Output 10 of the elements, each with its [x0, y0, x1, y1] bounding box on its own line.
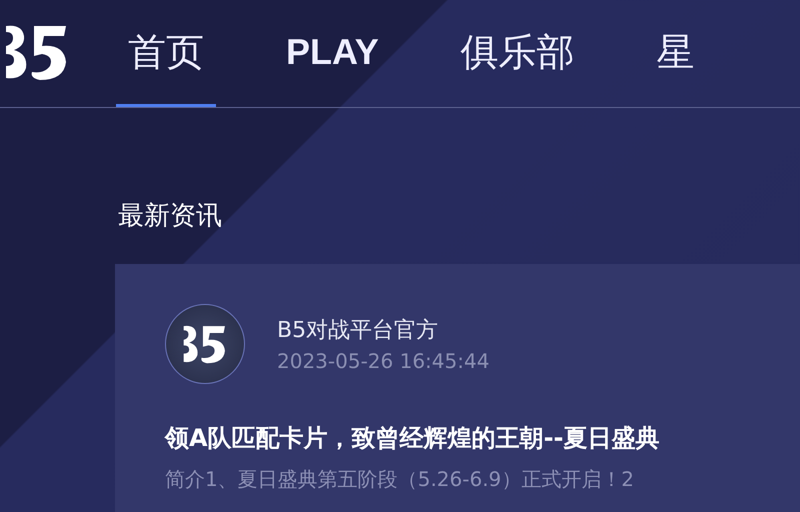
- post-title[interactable]: 领A队匹配卡片，致曾经辉煌的王朝--夏日盛典: [165, 422, 800, 454]
- nav-tab[interactable]: 俱乐部: [448, 0, 587, 107]
- nav-tab[interactable]: 星: [644, 0, 707, 107]
- news-card[interactable]: B5对战平台官方 2023-05-26 16:45:44 领A队匹配卡片，致曾经辉煌的王朝--夏日盛典 简介1、夏日盛典第五阶段（5.26-6.9）正式开启！2: [115, 264, 800, 512]
- section-title: 最新资讯: [118, 200, 223, 233]
- nav-tab[interactable]: PLAY: [274, 0, 391, 107]
- author-name: B5对战平台官方: [277, 317, 440, 345]
- nav-tab[interactable]: 首页: [116, 0, 216, 107]
- post-time: 2023-05-26 16:45:44: [277, 349, 490, 373]
- post-summary: 简介1、夏日盛典第五阶段（5.26-6.9）正式开启！2: [165, 466, 636, 493]
